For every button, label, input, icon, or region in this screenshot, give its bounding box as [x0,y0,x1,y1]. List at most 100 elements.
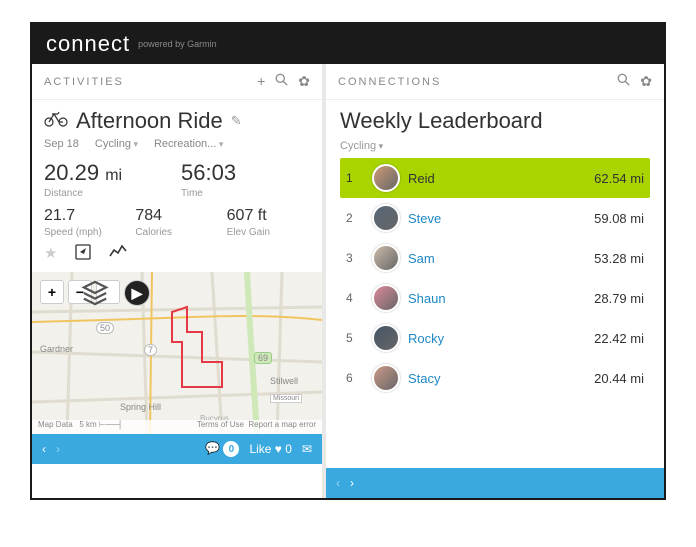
next-page-button[interactable]: › [350,476,354,490]
calories-stat: 784 Calories [135,207,218,238]
map-layers-button[interactable] [96,280,120,304]
distance-unit: mi [105,167,122,184]
star-icon[interactable]: ★ [44,244,57,264]
comment-button[interactable]: 💬 0 [205,441,239,458]
leaderboard-filter-dropdown[interactable]: Cycling [340,140,650,152]
elev-stat: 607 ft Elev Gain [227,207,310,238]
leaderboard-distance: 62.54 mi [594,171,644,186]
road-shield-7: 7 [144,344,157,356]
leaderboard-nav: ‹ › [336,476,354,490]
connections-header-icons: ✿ [617,73,652,90]
activities-panel-title: ACTIVITIES [44,76,124,88]
activity-date: Sep 18 [44,138,79,150]
edit-details-icon[interactable] [75,244,91,264]
map-label-stilwell: Stilwell [270,376,298,386]
top-bar: connect powered by Garmin [32,24,664,64]
activity-nav: ‹ › [42,442,60,456]
leaderboard-rank: 6 [346,371,364,385]
calories-label: Calories [135,227,218,238]
activity-title: Afternoon Ride [76,108,223,134]
like-button[interactable]: Like ♥ 0 [249,442,292,456]
secondary-stats: 21.7 Speed (mph) 784 Calories 607 ft Ele… [32,205,322,240]
share-icon[interactable]: ✉ [302,442,312,456]
comment-count: 0 [223,441,239,457]
bike-icon [44,109,68,133]
map-label-gardner: Gardner [40,344,73,354]
panels-container: ACTIVITIES + ✿ Afternoon Ride ✎ [32,64,664,498]
avatar [372,364,400,392]
leaderboard-row[interactable]: 4 Shaun28.79 mi [340,278,650,318]
avatar [372,164,400,192]
social-actions: 💬 0 Like ♥ 0 ✉ [205,441,312,458]
speed-value: 21.7 [44,207,127,225]
leaderboard-rank: 3 [346,251,364,265]
brand-logo: connect [46,31,130,57]
leaderboard-name[interactable]: Reid [408,171,594,186]
gear-icon[interactable]: ✿ [640,73,652,90]
leaderboard-rank: 4 [346,291,364,305]
leaderboard-distance: 20.44 mi [594,371,644,386]
avatar [372,204,400,232]
distance-stat: 20.29 mi Distance [44,160,173,199]
time-label: Time [181,188,310,199]
leaderboard-name[interactable]: Rocky [408,331,594,346]
plus-icon[interactable]: + [257,73,265,90]
leaderboard-name[interactable]: Steve [408,211,594,226]
leaderboard-name[interactable]: Shaun [408,291,594,306]
speed-label: Speed (mph) [44,227,127,238]
map-controls: + − ▶ [40,280,150,306]
leaderboard-title: Weekly Leaderboard [340,108,650,134]
prev-page-button[interactable]: ‹ [336,476,340,490]
search-icon[interactable] [617,73,630,90]
activity-map[interactable]: + − ▶ 50 7 69 Gardner Spring Hill Stilwe… [32,272,322,434]
map-report-link[interactable]: Report a map error [248,420,316,429]
avatar [372,244,400,272]
activity-title-row: Afternoon Ride ✎ [44,108,310,134]
leaderboard-row[interactable]: 1 Reid62.54 mi [340,158,650,198]
leaderboard-row[interactable]: 2Steve59.08 mi [340,198,650,238]
chart-icon[interactable] [109,244,127,264]
search-icon[interactable] [275,73,288,90]
elev-value: 607 ft [227,207,310,225]
leaderboard-distance: 59.08 mi [594,211,644,226]
leaderboard-name[interactable]: Sam [408,251,594,266]
activity-meta-row: Sep 18 Cycling Recreation... [44,138,310,150]
leaderboard-name[interactable]: Stacy [408,371,594,386]
time-value: 56:03 [181,160,310,186]
leaderboard-list: 1 Reid62.54 mi 2Steve59.08 mi 3 Sam53.28 mi 4… [340,158,650,460]
road-shield-69: 69 [254,352,272,364]
leaderboard-rank: 1 [346,171,364,185]
avatar [372,324,400,352]
avatar [372,284,400,312]
leaderboard-rank: 5 [346,331,364,345]
activities-bottom-bar: ‹ › 💬 0 Like ♥ 0 ✉ [32,434,322,464]
next-activity-button[interactable]: › [56,442,60,456]
map-footer: Map Data 5 km ⊢──┤ Terms of Use Report a… [32,420,322,434]
app-frame: connect powered by Garmin ACTIVITIES + ✿ [30,22,666,500]
leaderboard-row[interactable]: 5 Rocky22.42 mi [340,318,650,358]
like-count: 0 [285,442,292,456]
map-label-spring: Spring Hill [120,402,161,412]
leaderboard-distance: 28.79 mi [594,291,644,306]
map-terms-link[interactable]: Terms of Use [197,420,244,429]
distance-label: Distance [44,188,173,199]
edit-icon[interactable]: ✎ [231,113,242,129]
road-shield-50: 50 [96,322,114,334]
leaderboard-row[interactable]: 6 Stacy20.44 mi [340,358,650,398]
connections-panel-title: CONNECTIONS [338,76,441,88]
calories-value: 784 [135,207,218,225]
brand-subtitle: powered by Garmin [138,39,217,49]
primary-stats: 20.29 mi Distance 56:03 Time [32,154,322,205]
leaderboard-distance: 53.28 mi [594,251,644,266]
connections-bottom-bar: ‹ › [326,468,664,498]
leaderboard-row[interactable]: 3 Sam53.28 mi [340,238,650,278]
activity-type-dropdown[interactable]: Cycling [95,138,138,150]
connections-panel: CONNECTIONS ✿ Weekly Leaderboard Cycling… [326,64,664,498]
prev-activity-button[interactable]: ‹ [42,442,46,456]
time-stat: 56:03 Time [181,160,310,199]
speed-stat: 21.7 Speed (mph) [44,207,127,238]
gear-icon[interactable]: ✿ [298,73,310,90]
leaderboard-distance: 22.42 mi [594,331,644,346]
activity-category-dropdown[interactable]: Recreation... [154,138,223,150]
map-label-missouri: Missouri [270,394,302,403]
